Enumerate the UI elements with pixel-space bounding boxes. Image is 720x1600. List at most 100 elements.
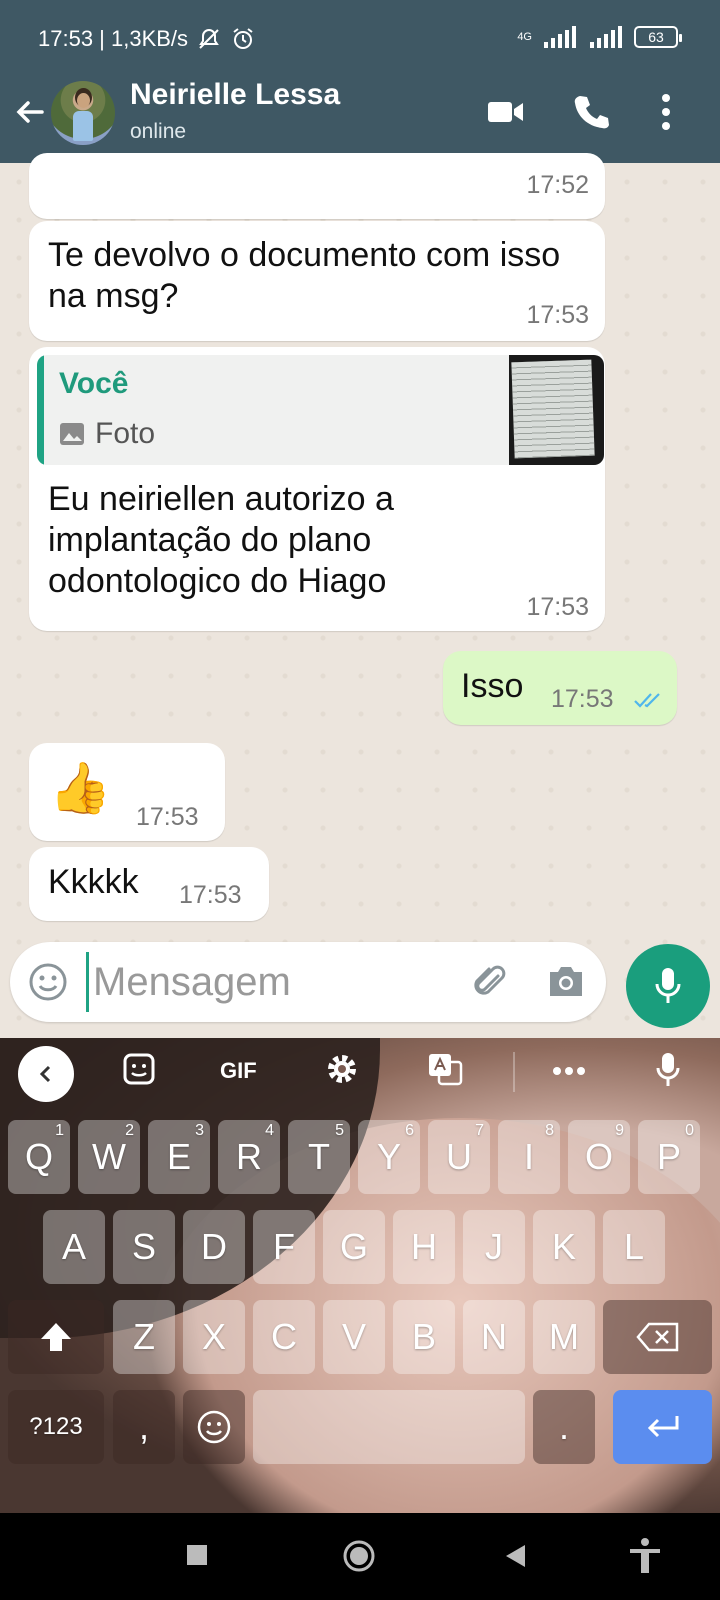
key-p[interactable]: P0 [638,1120,700,1194]
key-s[interactable]: S [113,1210,175,1284]
sticker-icon[interactable] [122,1052,156,1086]
key-number-hint: 5 [335,1122,344,1139]
voice-call-icon[interactable] [572,92,610,132]
key-l[interactable]: L [603,1210,665,1284]
key-number-hint: 0 [685,1122,694,1139]
thumbs-up-emoji: 👍 [49,760,112,816]
microphone-icon [655,968,681,1003]
more-options-icon[interactable] [660,92,672,132]
backspace-key[interactable] [603,1300,712,1374]
message-bubble-incoming[interactable]: 17:52 [29,153,605,219]
message-time: 17:53 [136,803,199,831]
read-receipt-icon [634,693,660,708]
space-key[interactable] [253,1390,525,1464]
key-number-hint: 2 [125,1122,134,1139]
system-navigation-bar [0,1513,720,1600]
key-h[interactable]: H [393,1210,455,1284]
period-key[interactable]: . [533,1390,595,1464]
network-type: 4G [517,31,532,43]
key-z[interactable]: Z [113,1300,175,1374]
emoji-key[interactable] [183,1390,245,1464]
key-v[interactable]: V [323,1300,385,1374]
quoted-message[interactable]: Você Foto [37,355,604,465]
message-text: Kkkkk [48,863,139,901]
signal-icon-2 [590,26,622,48]
key-n[interactable]: N [463,1300,525,1374]
key-label: I [523,1136,534,1177]
key-x[interactable]: X [183,1300,245,1374]
status-bar: 17:53 | 1,3KB/s 4G 63 [0,0,720,78]
enter-key[interactable] [613,1390,712,1464]
key-k[interactable]: K [533,1210,595,1284]
key-label: E [166,1136,191,1177]
key-label: Y [376,1136,401,1177]
key-label: Q [24,1136,53,1177]
document-photo [511,359,595,459]
chevron-left-icon [39,1065,51,1083]
shift-key[interactable] [8,1300,104,1374]
key-d[interactable]: D [183,1210,245,1284]
contact-avatar[interactable] [51,81,115,145]
video-call-icon[interactable] [486,92,526,132]
more-icon[interactable] [552,1066,586,1076]
key-number-hint: 4 [265,1122,274,1139]
key-o[interactable]: O9 [568,1120,630,1194]
quote-author: Você [59,367,129,400]
key-e[interactable]: E3 [148,1120,210,1194]
key-j[interactable]: J [463,1210,525,1284]
key-y[interactable]: Y6 [358,1120,420,1194]
attach-icon[interactable] [470,962,510,1002]
message-input[interactable] [86,952,466,1012]
message-bubble-incoming[interactable]: Kkkkk 17:53 [29,847,269,921]
key-q[interactable]: Q1 [8,1120,70,1194]
message-bubble-incoming[interactable]: Te devolvo o documento com isso na msg? … [29,221,605,341]
keyboard-mic-icon[interactable] [655,1052,681,1088]
gif-button[interactable]: GIF [220,1058,257,1084]
key-label: W [92,1136,126,1177]
key-u[interactable]: U7 [428,1120,490,1194]
key-m[interactable]: M [533,1300,595,1374]
keyboard: GIF Q1 W2 E3 R4 T5 Y6 U7 I8 O9 P0 A S D … [0,1038,720,1513]
enter-icon [647,1416,678,1438]
accessibility-icon[interactable] [628,1537,662,1575]
voice-message-button[interactable] [626,944,710,1028]
keyboard-collapse-button[interactable] [18,1046,74,1102]
key-a[interactable]: A [43,1210,105,1284]
home-icon[interactable] [342,1539,376,1573]
key-t[interactable]: T5 [288,1120,350,1194]
message-bubble-incoming[interactable]: 👍 17:53 [29,743,225,841]
key-c[interactable]: C [253,1300,315,1374]
message-time: 17:53 [526,593,589,621]
key-b[interactable]: B [393,1300,455,1374]
key-label: P [656,1136,681,1177]
battery-level: 63 [648,29,664,45]
symbols-key[interactable]: ?123 [8,1390,104,1464]
camera-icon[interactable] [546,962,586,1000]
contact-name[interactable]: Neirielle Lessa [130,78,340,112]
key-label: R [236,1136,262,1177]
keyboard-toolbar: GIF [0,1038,720,1108]
key-i[interactable]: I8 [498,1120,560,1194]
comma-key[interactable]: , [113,1390,175,1464]
key-r[interactable]: R4 [218,1120,280,1194]
back-arrow-icon[interactable] [12,94,48,130]
key-label: T [308,1136,330,1177]
toolbar-divider [513,1052,515,1092]
key-g[interactable]: G [323,1210,385,1284]
key-f[interactable]: F [253,1210,315,1284]
avatar-figure [73,111,93,141]
translate-icon[interactable] [427,1052,463,1086]
nav-back-icon[interactable] [503,1543,527,1569]
settings-gear-icon[interactable] [325,1052,359,1086]
key-number-hint: 7 [475,1122,484,1139]
message-time: 17:53 [526,301,589,329]
message-bubble-outgoing[interactable]: Isso 17:53 [443,651,677,725]
chat-area[interactable]: 17:52 Te devolvo o documento com isso na… [0,153,720,1038]
message-bubble-incoming-reply[interactable]: Você Foto Eu neiriellen autorizo a impla… [29,347,605,631]
emoji-icon[interactable] [28,962,68,1002]
recent-apps-icon[interactable] [185,1543,209,1567]
image-icon [60,423,84,445]
signal-icon [544,26,576,48]
contact-presence: online [130,120,187,143]
key-w[interactable]: W2 [78,1120,140,1194]
